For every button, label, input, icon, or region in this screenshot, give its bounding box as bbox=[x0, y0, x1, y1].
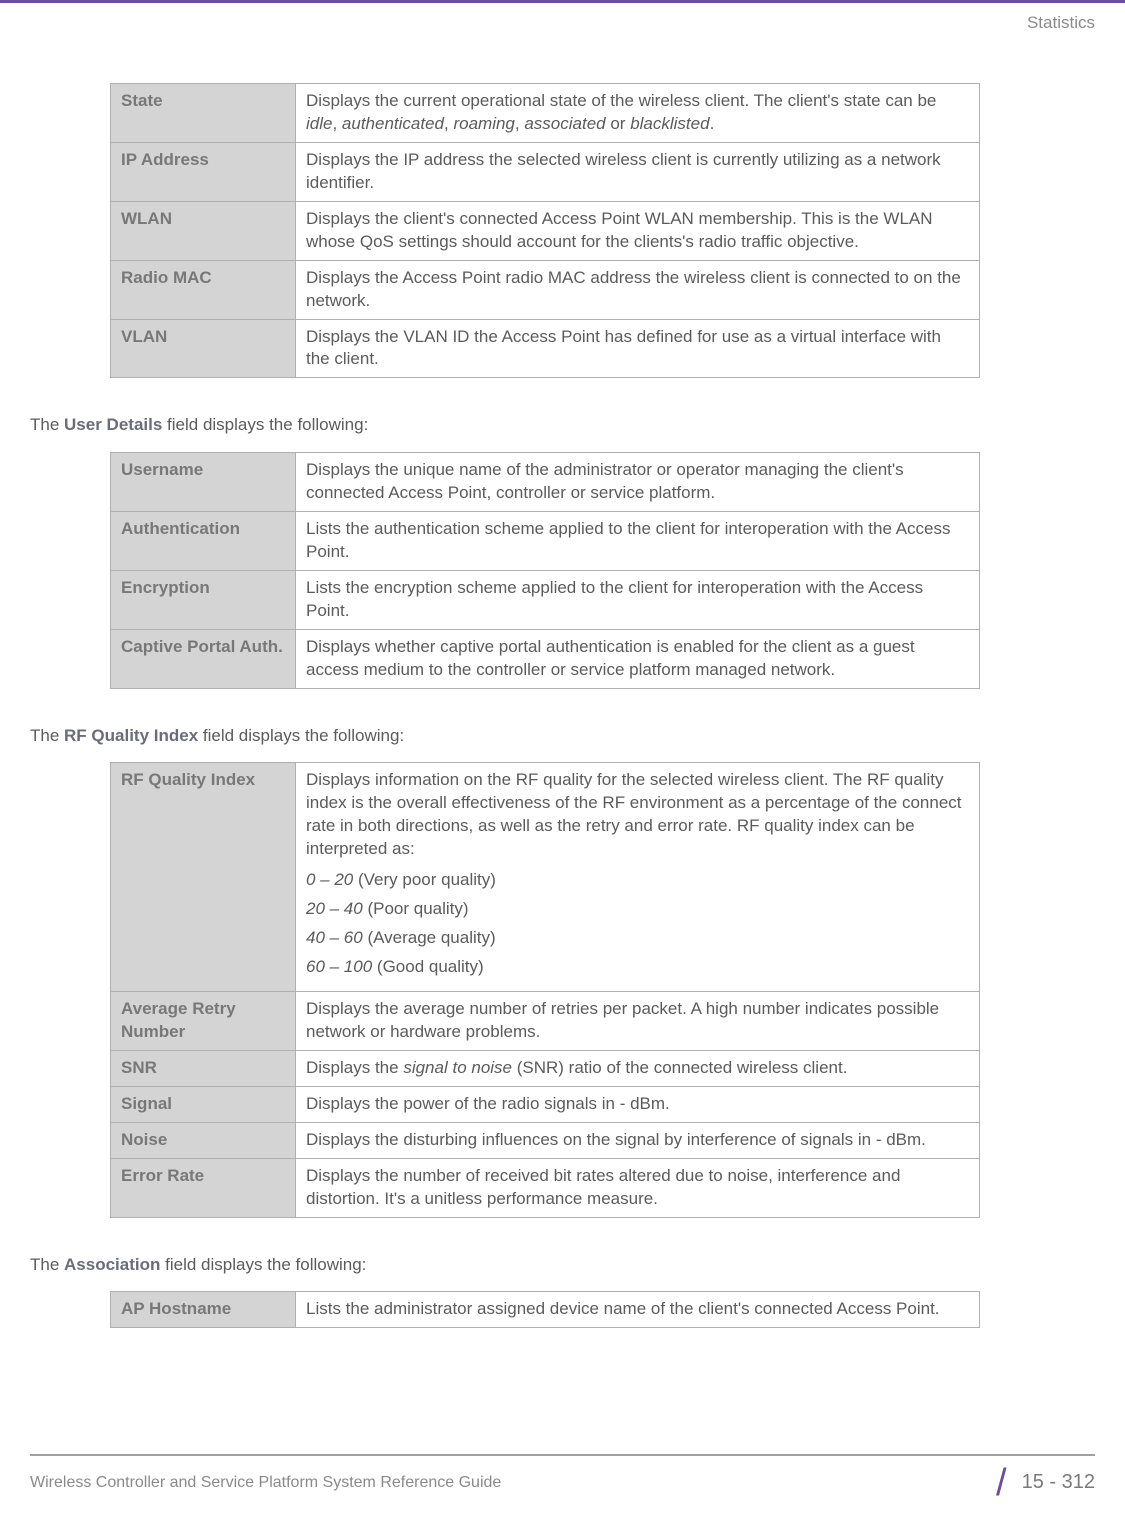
table-row: Average Retry NumberDisplays the average… bbox=[111, 991, 980, 1050]
table-row: SNRDisplays the signal to noise (SNR) ra… bbox=[111, 1050, 980, 1086]
table-row: EncryptionLists the encryption scheme ap… bbox=[111, 570, 980, 629]
field-description: Displays the power of the radio signals … bbox=[296, 1086, 980, 1122]
field-description: Displays the VLAN ID the Access Point ha… bbox=[296, 319, 980, 378]
table-row: Captive Portal Auth.Displays whether cap… bbox=[111, 629, 980, 688]
table-row: WLANDisplays the client's connected Acce… bbox=[111, 201, 980, 260]
field-description: Displays the unique name of the administ… bbox=[296, 453, 980, 512]
footer-right: / 15 - 312 bbox=[996, 1468, 1095, 1498]
field-label: Noise bbox=[111, 1122, 296, 1158]
field-label: IP Address bbox=[111, 142, 296, 201]
table-row: UsernameDisplays the unique name of the … bbox=[111, 453, 980, 512]
client-details-table: StateDisplays the current operational st… bbox=[110, 83, 980, 378]
field-label: Average Retry Number bbox=[111, 991, 296, 1050]
field-label: Encryption bbox=[111, 570, 296, 629]
field-label: SNR bbox=[111, 1050, 296, 1086]
table-row: IP AddressDisplays the IP address the se… bbox=[111, 142, 980, 201]
field-label: VLAN bbox=[111, 319, 296, 378]
section-header: Statistics bbox=[0, 3, 1125, 33]
user-details-intro: The User Details field displays the foll… bbox=[30, 413, 1095, 437]
footer-content: Wireless Controller and Service Platform… bbox=[30, 1468, 1095, 1498]
field-label: State bbox=[111, 84, 296, 143]
field-label: Error Rate bbox=[111, 1158, 296, 1217]
field-label: RF Quality Index bbox=[111, 763, 296, 992]
field-description: Displays the average number of retries p… bbox=[296, 991, 980, 1050]
field-label: Authentication bbox=[111, 512, 296, 571]
field-description: Displays the number of received bit rate… bbox=[296, 1158, 980, 1217]
page-footer: Wireless Controller and Service Platform… bbox=[0, 1454, 1125, 1498]
table-row: NoiseDisplays the disturbing influences … bbox=[111, 1122, 980, 1158]
field-description: Lists the administrator assigned device … bbox=[296, 1292, 980, 1328]
table-row: AuthenticationLists the authentication s… bbox=[111, 512, 980, 571]
rf-quality-tbody: RF Quality IndexDisplays information on … bbox=[111, 763, 980, 1217]
rf-quality-intro: The RF Quality Index field displays the … bbox=[30, 724, 1095, 748]
field-description: Displays the disturbing influences on th… bbox=[296, 1122, 980, 1158]
rf-quality-table: RF Quality IndexDisplays information on … bbox=[110, 762, 980, 1217]
table-row: StateDisplays the current operational st… bbox=[111, 84, 980, 143]
table-row: SignalDisplays the power of the radio si… bbox=[111, 1086, 980, 1122]
page-number: 15 - 312 bbox=[1022, 1471, 1095, 1494]
field-label: Radio MAC bbox=[111, 260, 296, 319]
association-tbody: AP HostnameLists the administrator assig… bbox=[111, 1292, 980, 1328]
client-details-tbody: StateDisplays the current operational st… bbox=[111, 84, 980, 378]
table-row: RF Quality IndexDisplays information on … bbox=[111, 763, 980, 992]
user-details-tbody: UsernameDisplays the unique name of the … bbox=[111, 453, 980, 689]
table-row: Error RateDisplays the number of receive… bbox=[111, 1158, 980, 1217]
field-label: Captive Portal Auth. bbox=[111, 629, 296, 688]
field-description: Displays the client's connected Access P… bbox=[296, 201, 980, 260]
field-description: Lists the encryption scheme applied to t… bbox=[296, 570, 980, 629]
slash-icon: / bbox=[996, 1468, 1007, 1498]
field-description: Displays information on the RF quality f… bbox=[296, 763, 980, 992]
table-row: AP HostnameLists the administrator assig… bbox=[111, 1292, 980, 1328]
field-description: Lists the authentication scheme applied … bbox=[296, 512, 980, 571]
association-table: AP HostnameLists the administrator assig… bbox=[110, 1291, 980, 1328]
field-description: Displays the current operational state o… bbox=[296, 84, 980, 143]
footer-left-text: Wireless Controller and Service Platform… bbox=[30, 1474, 501, 1492]
field-label: Username bbox=[111, 453, 296, 512]
field-label: Signal bbox=[111, 1086, 296, 1122]
table-row: VLANDisplays the VLAN ID the Access Poin… bbox=[111, 319, 980, 378]
association-intro: The Association field displays the follo… bbox=[30, 1253, 1095, 1277]
footer-divider bbox=[30, 1454, 1095, 1456]
field-description: Displays whether captive portal authenti… bbox=[296, 629, 980, 688]
field-description: Displays the signal to noise (SNR) ratio… bbox=[296, 1050, 980, 1086]
page-content: StateDisplays the current operational st… bbox=[0, 33, 1125, 1328]
table-row: Radio MACDisplays the Access Point radio… bbox=[111, 260, 980, 319]
field-description: Displays the IP address the selected wir… bbox=[296, 142, 980, 201]
user-details-table: UsernameDisplays the unique name of the … bbox=[110, 452, 980, 689]
field-label: WLAN bbox=[111, 201, 296, 260]
field-label: AP Hostname bbox=[111, 1292, 296, 1328]
field-description: Displays the Access Point radio MAC addr… bbox=[296, 260, 980, 319]
